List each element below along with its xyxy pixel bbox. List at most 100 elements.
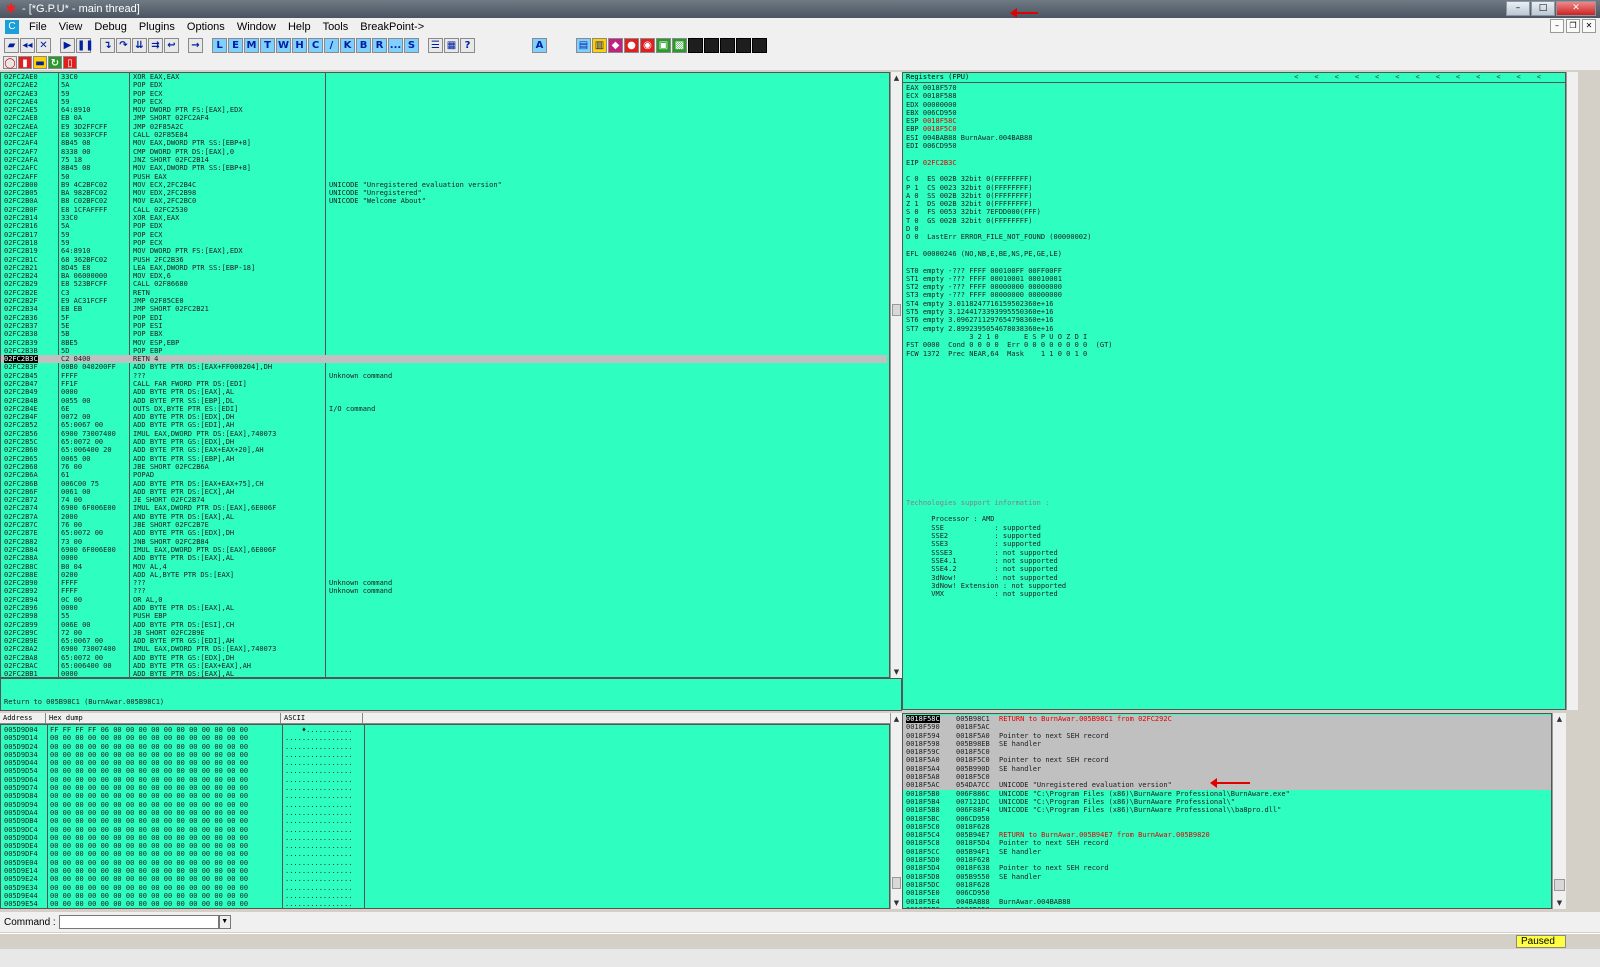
stack-row[interactable]: 0018F5E0 006CD950 [903,889,1551,897]
toolbar-letter-s[interactable]: S [404,37,419,53]
disasm-row[interactable]: 02FC2B38 5B POP EBX [1,330,887,338]
plugin-icon-5[interactable]: ◉ [640,37,655,53]
disasm-row[interactable]: 02FC2B99 006E 00 ADD BYTE PTR DS:[ESI],CH [1,621,887,629]
stack-row[interactable]: 0018F5C4 005B94E7 RETURN to BurnAwar.005B9… [903,831,1551,839]
execute-till-return-icon[interactable]: ↩ [164,37,179,53]
disasm-row[interactable]: 02FC2B3F 00B0 040200FF ADD BYTE PTR DS:[EA… [1,363,887,371]
dump-col-hex[interactable]: Hex dump [46,713,281,723]
disasm-row[interactable]: 02FC2B6B 006C00 75 ADD BYTE PTR DS:[EAX+EA… [1,480,887,488]
plugin-icon-1[interactable]: ▤ [576,37,591,53]
toolbar-letter-c[interactable]: C [308,37,323,53]
dump-row[interactable]: 005D9E34 00 00 00 00 00 00 00 00 00 00 00… [4,884,884,892]
menu-file[interactable]: File [23,21,53,33]
dump-row[interactable]: 005D9DC4 00 00 00 00 00 00 00 00 00 00 00… [4,826,884,834]
disasm-row[interactable]: 02FC2B39 8BE5 MOV ESP,EBP [1,339,887,347]
disasm-row[interactable]: 02FC2AE5 64:8910 MOV DWORD PTR FS:[EAX],ED… [1,106,887,114]
stack-row[interactable]: 0018F590 0018F5AC [903,723,1551,732]
disasm-row[interactable]: 02FC2BB1 0000 ADD BYTE PTR DS:[EAX],AL [1,670,887,677]
disasm-row[interactable]: 02FC2B36 5F POP EDI [1,314,887,322]
dump-row[interactable]: 005D9DE4 00 00 00 00 00 00 00 00 00 00 00… [4,842,884,850]
menu-debug[interactable]: Debug [88,21,132,33]
font-icon[interactable]: A [532,37,547,53]
stop-icon[interactable]: ◯ [3,55,17,69]
disasm-row[interactable]: 02FC2B1C 68 362BFC02 PUSH 2FC2B36 [1,256,887,264]
stack-row[interactable]: 0018F5DC 0018F628 [903,881,1551,889]
disasm-row[interactable]: 02FC2B6F 0061 00 ADD BYTE PTR DS:[ECX],AH [1,488,887,496]
stack-row[interactable]: 0018F5D4 0018F638 Pointer to next SEH reco… [903,864,1551,872]
plugin-icon-6[interactable]: ▣ [656,37,671,53]
disasm-row[interactable]: 02FC2B98 55 PUSH EBP [1,612,887,620]
disasm-row[interactable]: 02FC2B6A 61 POPAD [1,471,887,479]
menu-help[interactable]: Help [282,21,317,33]
maximize-button[interactable]: □ [1531,1,1555,16]
stack-row[interactable]: 0018F5B8 006F88F4 UNICODE "C:\Program File… [903,806,1551,814]
disasm-row[interactable]: 02FC2BAC 65:006400 00 ADD BYTE PTR GS:[EAX… [1,662,887,670]
dump-row[interactable]: 005D9D84 00 00 00 00 00 00 00 00 00 00 00… [4,792,884,800]
disasm-row[interactable]: 02FC2AFA 75 18 JNZ SHORT 02FC2B14 [1,156,887,164]
dump-row[interactable]: 005D9D04 FF FF FF FF 06 00 00 00 00 00 00… [4,726,884,734]
disasm-row[interactable]: 02FC2B00 B9 4C2BFC02 MOV ECX,2FC2B4C UNICOD… [1,181,887,189]
toolbar-letter-w[interactable]: W [276,37,291,53]
dump-row[interactable]: 005D9E04 00 00 00 00 00 00 00 00 00 00 00… [4,859,884,867]
dump-col-address[interactable]: Address [0,713,46,723]
plugin-icon-11[interactable] [736,37,751,53]
trace-into-icon[interactable]: ⇊ [132,37,147,53]
toolbar-letter-e[interactable]: E [228,37,243,53]
disasm-row[interactable]: 02FC2B90 FFFF??? Unknown command [1,579,887,587]
menu-window[interactable]: Window [231,21,282,33]
plugin-icon-2[interactable]: ▥ [592,37,607,53]
disasm-row[interactable]: 02FC2B4E 6E OUTS DX,BYTE PTR ES:[EDI] I/O c… [1,405,887,413]
dump-row[interactable]: 005D9D54 00 00 00 00 00 00 00 00 00 00 00… [4,767,884,775]
stack-row[interactable]: 0018F59C 0018F5C0 [903,748,1551,757]
stack-row[interactable]: 0018F5B4 007121DC UNICODE "C:\Program File… [903,798,1551,806]
disasm-row[interactable]: 02FC2B65 0065 00 ADD BYTE PTR SS:[EBP],AH [1,455,887,463]
trash-icon[interactable]: ▯ [63,55,77,69]
disasm-row[interactable]: 02FC2B45 FFFF??? Unknown command [1,372,887,380]
disasm-row[interactable]: 02FC2B24 BA 06000000 MOV EDX,6 [1,272,887,280]
disasm-row[interactable]: 02FC2B92 FFFF??? Unknown command [1,587,887,595]
disasm-row[interactable]: 02FC2B7A 2000 AND BYTE PTR DS:[EAX],AL [1,513,887,521]
breakpoint-icon[interactable]: ▮ [18,55,32,69]
stack-row[interactable]: 0018F5D0 0018F628 [903,856,1551,864]
disasm-row[interactable]: 02FC2B7C 76 00 JBE SHORT 02FC2B7E [1,521,887,529]
pause-icon[interactable]: ❚❚ [76,37,94,53]
menu-breakpoint[interactable]: BreakPoint-> [354,21,430,33]
dump-row[interactable]: 005D9D44 00 00 00 00 00 00 00 00 00 00 00… [4,759,884,767]
dump-row[interactable]: 005D9D64 00 00 00 00 00 00 00 00 00 00 00… [4,776,884,784]
stack-row[interactable]: 0018F5A4 005B990D SE handler [903,764,1551,774]
dump-row[interactable]: 005D9D24 00 00 00 00 00 00 00 00 00 00 00… [4,743,884,751]
disasm-row[interactable]: 02FC2B74 6900 6F006E00 IMUL EAX,DWORD PTR … [1,504,887,512]
disasm-row[interactable]: 02FC2B4B 0055 00 ADD BYTE PTR SS:[EBP],DL [1,397,887,405]
dump-row[interactable]: 005D9E14 00 00 00 00 00 00 00 00 00 00 00… [4,867,884,875]
toolbar-letter-t[interactable]: T [260,37,275,53]
disasm-row[interactable]: 02FC2B19 64:8910 MOV DWORD PTR FS:[EAX],ED… [1,247,887,255]
stack-row[interactable]: 0018F5D8 005B9550 SE handler [903,873,1551,881]
disasm-row[interactable]: 02FC2AF7 8338 00 CMP DWORD PTR DS:[EAX],0 [1,148,887,156]
plugin-icon-12[interactable] [752,37,767,53]
disasm-row[interactable]: 02FC2B82 73 00 JNB SHORT 02FC2B84 [1,538,887,546]
cpu-window-icon[interactable]: C [5,20,19,34]
dump-row[interactable]: 005D9DD4 00 00 00 00 00 00 00 00 00 00 00… [4,834,884,842]
help-icon[interactable]: ? [460,37,475,53]
disasm-row[interactable]: 02FC2B49 0000 ADD BYTE PTR DS:[EAX],AL [1,388,887,396]
toolbar-letter-r[interactable]: R [372,37,387,53]
disasm-row[interactable]: 02FC2AFF 50 PUSH EAX [1,173,887,181]
disasm-row[interactable]: 02FC2AE2 5A POP EDX [1,81,887,89]
disasm-row[interactable]: 02FC2B14 33C0 XOR EAX,EAX [1,214,887,222]
minimize-button[interactable]: – [1506,1,1530,16]
dump-row[interactable]: 005D9D94 00 00 00 00 00 00 00 00 00 00 00… [4,801,884,809]
disasm-row[interactable]: 02FC2B7E 65:0072 00 ADD BYTE PTR GS:[EDX],… [1,529,887,537]
disasm-row[interactable]: 02FC2BA8 65:0072 00 ADD BYTE PTR GS:[EDX],… [1,654,887,662]
disasm-row[interactable]: 02FC2B17 59 POP ECX [1,231,887,239]
toolbar-letter-m[interactable]: M [244,37,259,53]
mdi-restore-button[interactable]: ❐ [1566,19,1580,33]
disasm-row[interactable]: 02FC2AF4 8B45 08 MOV EAX,DWORD PTR SS:[EBP… [1,139,887,147]
disasm-row[interactable]: 02FC2B2F E9 AC31FCFF JMP 02F85CE0 [1,297,887,305]
registers-scrollbar[interactable] [1566,72,1578,710]
disasm-row[interactable]: 02FC2B47 FF1F CALL FAR FWORD PTR DS:[EDI] [1,380,887,388]
disasm-row[interactable]: 02FC2B05 BA 982BFC02 MOV EDX,2FC2B98 UNICOD… [1,189,887,197]
disasm-row[interactable]: 02FC2B9E 65:0067 00 ADD BYTE PTR GS:[EDI],… [1,637,887,645]
disassembly-pane[interactable]: 02FC2AE0 33C0 XOR EAX,EAX 02FC2AE2 5A POP EDX… [0,72,890,678]
step-into-icon[interactable]: ↴ [100,37,115,53]
disasm-row[interactable]: 02FC2B8E 0200 ADD AL,BYTE PTR DS:[EAX] [1,571,887,579]
